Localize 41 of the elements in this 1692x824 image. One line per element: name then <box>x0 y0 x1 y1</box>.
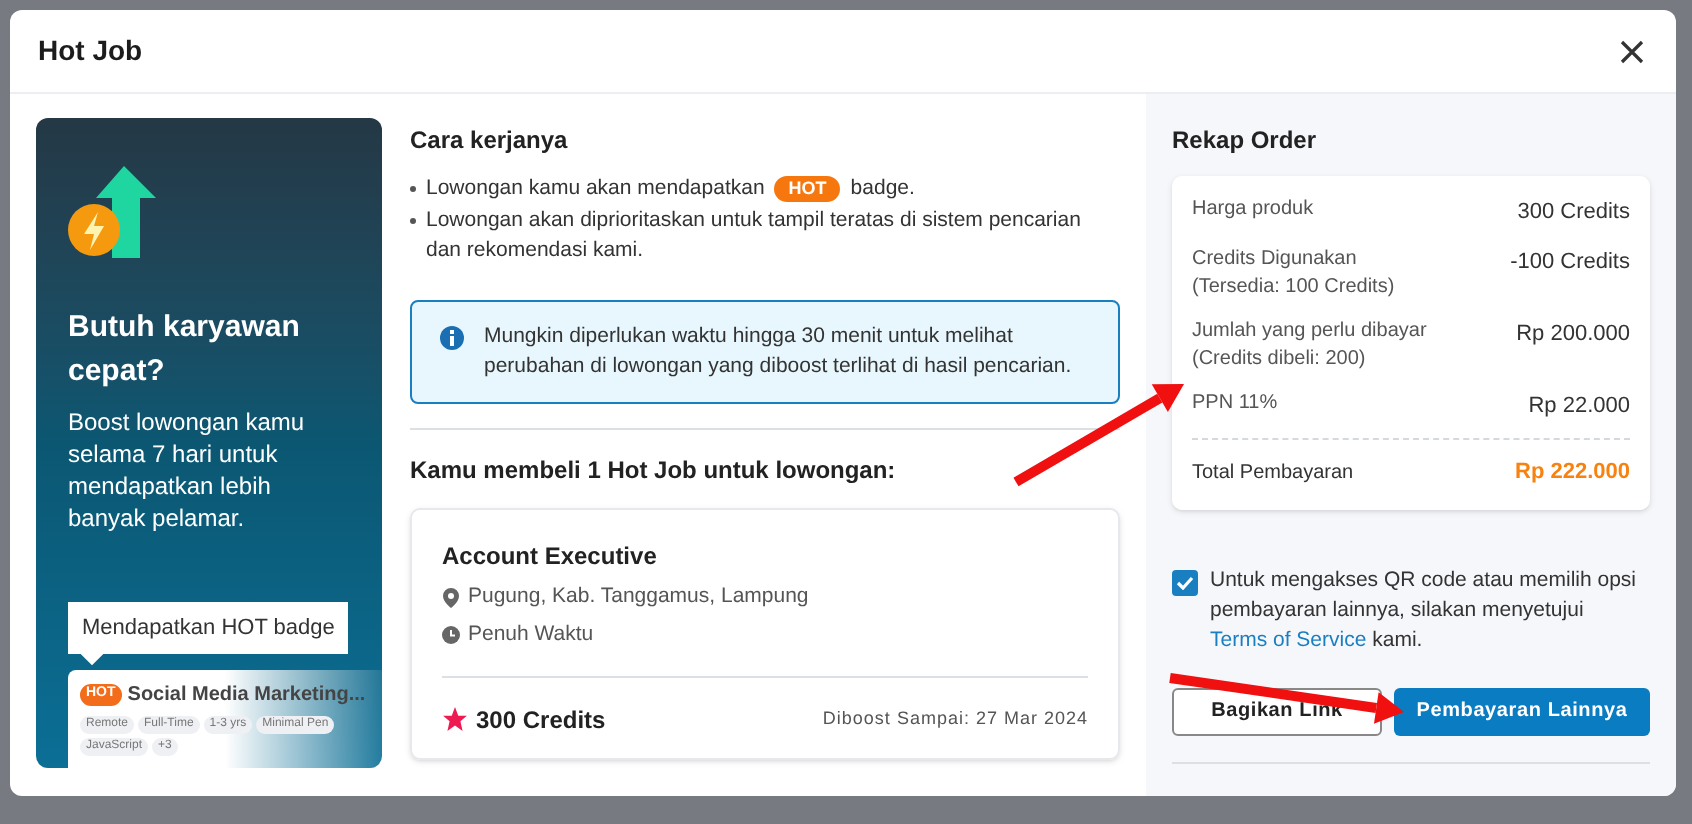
promo-heading: Butuh karyawan cepat? <box>68 308 302 392</box>
agreement-checkbox[interactable] <box>1172 569 1198 595</box>
bullet-icon <box>410 218 416 224</box>
bullet-text: Lowongan kamu akan mendapatkan <box>426 174 765 204</box>
info-icon <box>440 326 464 350</box>
info-text: Mungkin diperlukan waktu hingga 30 menit untuk melihat perubahan di lowongan yang diboost terlihat di hasil pencarian. <box>484 322 1074 382</box>
hot-badge: HOT <box>774 176 841 202</box>
dialog-title: Hot Job <box>38 32 143 70</box>
agreement-text: Untuk mengakses QR code atau memilih opsi pembayaran lainnya, silakan menyetujui Terms of Service kami. <box>1210 565 1639 655</box>
order-value: -100 Credits <box>1510 247 1630 277</box>
terms-link[interactable]: Terms of Service <box>1210 627 1367 651</box>
bullet-icon <box>410 186 416 192</box>
section-title: Kamu membeli 1 Hot Job untuk lowongan: <box>410 454 898 488</box>
close-icon[interactable] <box>1616 35 1648 67</box>
order-note: (Tersedia: 100 Credits) <box>1192 273 1395 301</box>
clock-icon <box>442 626 460 645</box>
total-label: Total Pembayaran <box>1192 459 1354 488</box>
section-title: Cara kerjanya <box>410 124 570 158</box>
order-label: Credits Digunakan <box>1192 245 1359 273</box>
job-title: Account Executive <box>442 540 659 574</box>
order-label: Harga produk <box>1192 196 1314 224</box>
location-pin-icon <box>442 587 460 608</box>
bullet-text: Lowongan akan diprioritaskan untuk tampil teratas di sistem pencarian dan rekomendasi kami. <box>426 206 1083 266</box>
order-value: Rp 22.000 <box>1528 391 1630 421</box>
job-type: Penuh Waktu <box>468 619 594 650</box>
total-value: Rp 222.000 <box>1515 458 1630 488</box>
order-note: (Credits dibeli: 200) <box>1192 345 1368 373</box>
promo-text: Boost lowongan kamu selama 7 hari untuk mendapatkan lebih banyak pelamar. <box>68 406 307 534</box>
action-button[interactable]: Pembayaran Lainnya <box>1394 687 1650 735</box>
order-value: 300 Credits <box>1517 198 1630 228</box>
bullet-text: badge. <box>850 174 915 204</box>
order-label: PPN 11% <box>1192 389 1278 417</box>
star-icon <box>442 706 468 732</box>
boost-arrow-icon <box>68 166 160 262</box>
boost-until: Diboost Sampai: 27 Mar 2024 <box>822 705 1088 732</box>
job-location: Pugung, Kab. Tanggamus, Lampung <box>468 582 809 612</box>
credits-amount: 300 Credits <box>476 703 606 737</box>
section-title: Rekap Order <box>1172 124 1319 158</box>
checkmark-icon <box>1176 575 1194 589</box>
order-label: Jumlah yang perlu dibayar <box>1192 317 1427 345</box>
order-value: Rp 200.000 <box>1516 319 1630 349</box>
